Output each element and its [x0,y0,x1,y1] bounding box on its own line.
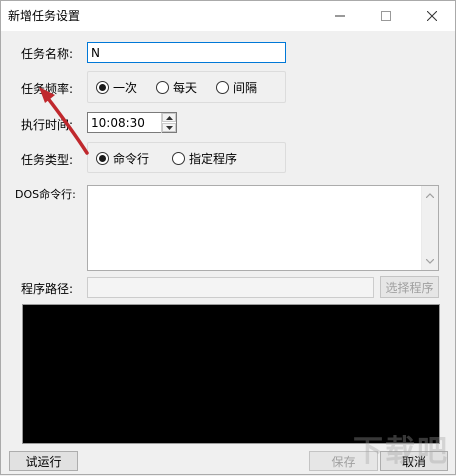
spin-up-button[interactable] [162,113,176,122]
dialog-window: 新增任务设置 任务名称: 任务频率: 一次 每天 间隔 执行时间: [0,0,456,475]
chevron-up-icon [165,115,173,120]
spin-down-button[interactable] [162,123,176,132]
radio-unchecked-icon [172,152,185,165]
test-run-button[interactable]: 试运行 [9,451,78,471]
title-bar[interactable]: 新增任务设置 [1,1,455,31]
dos-command-label: DOS命令行: [15,188,76,201]
frequency-daily-label: 每天 [173,81,198,95]
close-icon [427,11,437,21]
frequency-daily-radio[interactable]: 每天 [156,79,197,96]
maximize-icon [381,11,391,21]
task-type-program-label: 指定程序 [189,152,238,166]
minimize-icon [335,15,345,17]
exec-time-spinner[interactable] [161,113,176,133]
radio-checked-icon [96,152,109,165]
radio-unchecked-icon [216,81,229,94]
chevron-down-icon [426,258,434,264]
exec-time-label: 执行时间: [21,118,74,132]
frequency-once-label: 一次 [113,81,138,95]
dos-command-textarea[interactable] [87,185,439,271]
maximize-button[interactable] [363,1,409,31]
console-output [22,304,440,444]
frequency-interval-label: 间隔 [233,81,258,95]
radio-checked-icon [96,81,109,94]
task-type-label: 任务类型: [21,153,74,167]
dos-command-scrollbar[interactable] [421,186,438,270]
frequency-interval-radio[interactable]: 间隔 [216,79,257,96]
select-program-button[interactable]: 选择程序 [380,276,439,298]
task-name-input[interactable] [87,42,286,63]
chevron-up-icon [426,192,434,198]
task-frequency-label: 任务频率: [21,82,74,96]
task-type-cmd-label: 命令行 [113,152,150,166]
program-path-input[interactable] [87,277,374,298]
program-path-label: 程序路径: [21,282,74,296]
task-type-cmd-radio[interactable]: 命令行 [96,150,149,167]
close-button[interactable] [409,1,455,31]
window-title: 新增任务设置 [8,9,81,23]
save-button[interactable]: 保存 [309,451,378,471]
scroll-down-button[interactable] [422,253,438,269]
frequency-once-radio[interactable]: 一次 [96,79,137,96]
radio-unchecked-icon [156,81,169,94]
task-name-label: 任务名称: [21,47,74,61]
task-type-program-radio[interactable]: 指定程序 [172,150,237,167]
minimize-button[interactable] [317,1,363,31]
cancel-button[interactable]: 取消 [380,451,448,471]
chevron-down-icon [165,125,173,130]
scroll-up-button[interactable] [422,187,438,203]
